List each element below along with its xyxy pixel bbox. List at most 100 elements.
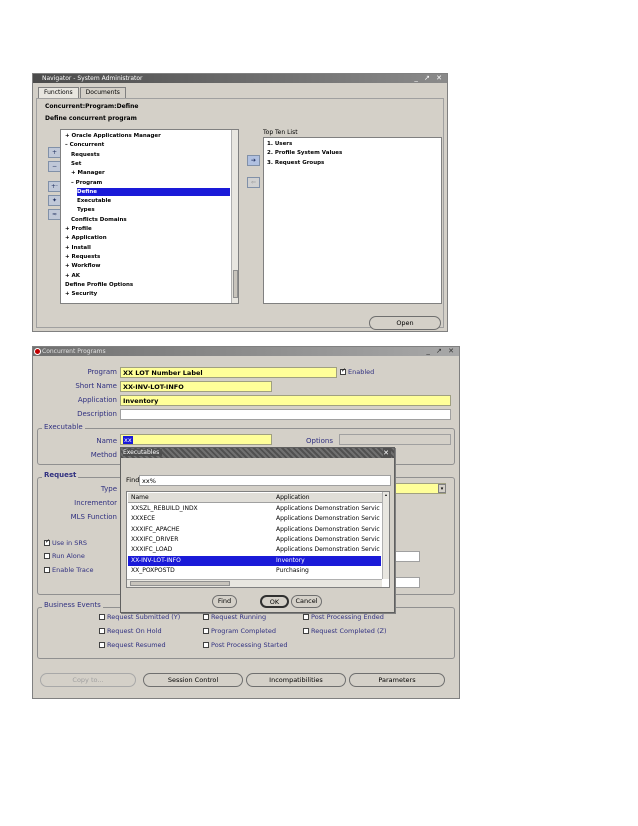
find-input[interactable]: xx% bbox=[139, 475, 391, 486]
tree-item[interactable]: + Profile bbox=[65, 225, 92, 233]
mls-function-label: MLS Function bbox=[70, 513, 117, 521]
breadcrumb: Concurrent:Program:Define bbox=[45, 103, 139, 110]
enabled-checkbox[interactable]: Enabled bbox=[340, 367, 374, 376]
list-item[interactable]: XXXECE Applications Demonstration Servic bbox=[128, 514, 381, 524]
tree-item[interactable]: Types bbox=[77, 206, 95, 214]
use-in-srs-checkbox[interactable]: Use in SRS bbox=[44, 538, 87, 547]
tab-functions[interactable]: Functions bbox=[38, 87, 79, 98]
tree-item[interactable]: + Install bbox=[65, 244, 91, 252]
ok-button[interactable]: OK bbox=[260, 595, 289, 608]
event-checkbox[interactable]: Request Running bbox=[203, 613, 266, 621]
navigator-tabs: Functions Documents bbox=[38, 87, 127, 98]
tree-item[interactable]: – Program bbox=[71, 179, 102, 187]
executable-name: XXSZL_REBUILD_INDX bbox=[131, 505, 198, 512]
short-name-field[interactable]: XX-INV-LOT-INFO bbox=[120, 381, 272, 392]
executable-application: Purchasing bbox=[276, 566, 309, 574]
options-field[interactable] bbox=[339, 434, 451, 445]
incompatibilities-button[interactable]: Incompatibilities bbox=[246, 673, 346, 687]
list-vscrollbar[interactable]: ▴ bbox=[382, 492, 389, 579]
list-item[interactable]: XX-INV-LOT-INFO Inventory bbox=[128, 555, 381, 566]
top-ten-item[interactable]: 1. Users bbox=[267, 140, 292, 148]
window-controls[interactable]: _ ↗ ✕ bbox=[414, 74, 444, 83]
event-label: Program Completed bbox=[211, 627, 276, 635]
list-item[interactable]: XXSZL_REBUILD_INDX Applications Demonstra… bbox=[128, 504, 381, 514]
tree-item[interactable]: + Workflow bbox=[65, 262, 100, 270]
tree-item[interactable]: Define Profile Options bbox=[65, 281, 133, 289]
tree-item[interactable]: – Concurrent bbox=[65, 141, 104, 149]
cancel-button[interactable]: Cancel bbox=[291, 595, 322, 608]
window-controls[interactable]: _ ↗ ✕ bbox=[426, 347, 456, 356]
request-field-b[interactable] bbox=[393, 577, 420, 588]
tree-item[interactable]: Define bbox=[77, 187, 230, 196]
tab-documents[interactable]: Documents bbox=[79, 87, 126, 98]
event-checkbox[interactable]: Request Completed (Z) bbox=[303, 627, 387, 635]
checkbox-box bbox=[44, 553, 50, 559]
dialog-title: Executables bbox=[123, 449, 163, 456]
exe-name-field[interactable]: xx bbox=[120, 434, 272, 445]
event-checkbox[interactable]: Post Processing Started bbox=[203, 641, 287, 649]
tree-item[interactable]: + Oracle Applications Manager bbox=[65, 132, 161, 140]
col-name-header: Name bbox=[131, 494, 149, 501]
type-dropdown-icon[interactable]: ▾ bbox=[438, 484, 446, 493]
tree-item[interactable]: + AK bbox=[65, 272, 80, 280]
list-header: Name Application bbox=[128, 493, 388, 503]
oracle-logo-icon bbox=[34, 348, 41, 355]
tree-item[interactable]: Executable bbox=[77, 197, 111, 205]
event-checkbox[interactable]: Post Processing Ended bbox=[303, 613, 384, 621]
exe-name-label: Name bbox=[96, 437, 117, 445]
incrementor-label: Incrementor bbox=[74, 499, 117, 507]
dialog-close-icon[interactable]: ✕ bbox=[383, 448, 391, 458]
copy-to-button[interactable]: Copy to... bbox=[40, 673, 136, 687]
col-app-header: Application bbox=[276, 494, 310, 501]
request-field-a[interactable] bbox=[393, 551, 420, 562]
application-field[interactable]: Inventory bbox=[120, 395, 451, 406]
tree-scrollbar[interactable] bbox=[231, 130, 238, 303]
run-alone-checkbox[interactable]: Run Alone bbox=[44, 552, 85, 560]
enable-trace-checkbox[interactable]: Enable Trace bbox=[44, 566, 93, 574]
list-hscrollbar[interactable] bbox=[127, 579, 382, 587]
application-label: Application bbox=[77, 396, 117, 404]
event-label: Request Running bbox=[211, 613, 267, 621]
executable-application: Applications Demonstration Servic bbox=[276, 546, 380, 554]
executables-dialog: Executables ✕ Find xx% Name Application … bbox=[120, 447, 395, 613]
navigator-titlebar: Navigator - System Administrator _ ↗ ✕ bbox=[33, 74, 447, 83]
event-checkbox[interactable]: Request Submitted (Y) bbox=[99, 613, 180, 621]
tree-item[interactable]: Set bbox=[71, 160, 81, 168]
use-in-srs-label: Use in SRS bbox=[52, 539, 87, 547]
description-field[interactable] bbox=[120, 409, 451, 420]
remove-from-top-ten-icon[interactable]: ⇐ bbox=[247, 177, 260, 188]
tree-item[interactable]: + Requests bbox=[65, 253, 100, 261]
event-label: Post Processing Ended bbox=[311, 613, 384, 621]
event-checkbox[interactable]: Request On Hold bbox=[99, 627, 162, 635]
executable-application: Inventory bbox=[276, 556, 305, 564]
list-item[interactable]: XXXIFC_APACHE Applications Demonstration … bbox=[128, 525, 381, 535]
list-item[interactable]: XXXIFC_LOAD Applications Demonstration Se… bbox=[128, 545, 381, 555]
add-to-top-ten-icon[interactable]: ➔ bbox=[247, 155, 260, 166]
executable-name: XXXIFC_DRIVER bbox=[131, 535, 179, 543]
list-item[interactable]: XXXIFC_DRIVER Applications Demonstration … bbox=[128, 535, 381, 545]
open-button[interactable]: Open bbox=[369, 316, 441, 330]
checkbox-box bbox=[99, 614, 105, 620]
top-ten-label: Top Ten List bbox=[263, 129, 298, 136]
top-ten-item[interactable]: 2. Profile System Values bbox=[267, 149, 342, 157]
parameters-button[interactable]: Parameters bbox=[349, 673, 445, 687]
navigator-content: Concurrent:Program:Define Define concurr… bbox=[36, 98, 444, 330]
tree-item[interactable]: Requests bbox=[71, 151, 100, 159]
session-control-button[interactable]: Session Control bbox=[143, 673, 243, 687]
tree-item[interactable]: + Manager bbox=[71, 169, 105, 177]
event-label: Request Submitted (Y) bbox=[107, 613, 181, 621]
top-ten-item[interactable]: 3. Request Groups bbox=[267, 159, 324, 167]
tree-item[interactable]: Conflicts Domains bbox=[71, 216, 127, 224]
event-checkbox[interactable]: Program Completed bbox=[203, 627, 276, 635]
checkbox-box bbox=[99, 628, 105, 634]
short-name-label: Short Name bbox=[75, 382, 117, 390]
find-button[interactable]: Find bbox=[212, 595, 237, 608]
event-checkbox[interactable]: Request Resumed bbox=[99, 641, 166, 649]
tree-item[interactable]: + Application bbox=[65, 234, 107, 242]
list-item[interactable]: XX_POXPOSTD Purchasing bbox=[128, 566, 381, 576]
tree-item[interactable]: + Security bbox=[65, 290, 97, 298]
event-label: Request Completed (Z) bbox=[311, 627, 387, 635]
executable-application: Applications Demonstration Servic bbox=[276, 515, 380, 523]
conc-title: Concurrent Programs bbox=[42, 348, 106, 355]
program-field[interactable]: XX LOT Number Label bbox=[120, 367, 337, 378]
